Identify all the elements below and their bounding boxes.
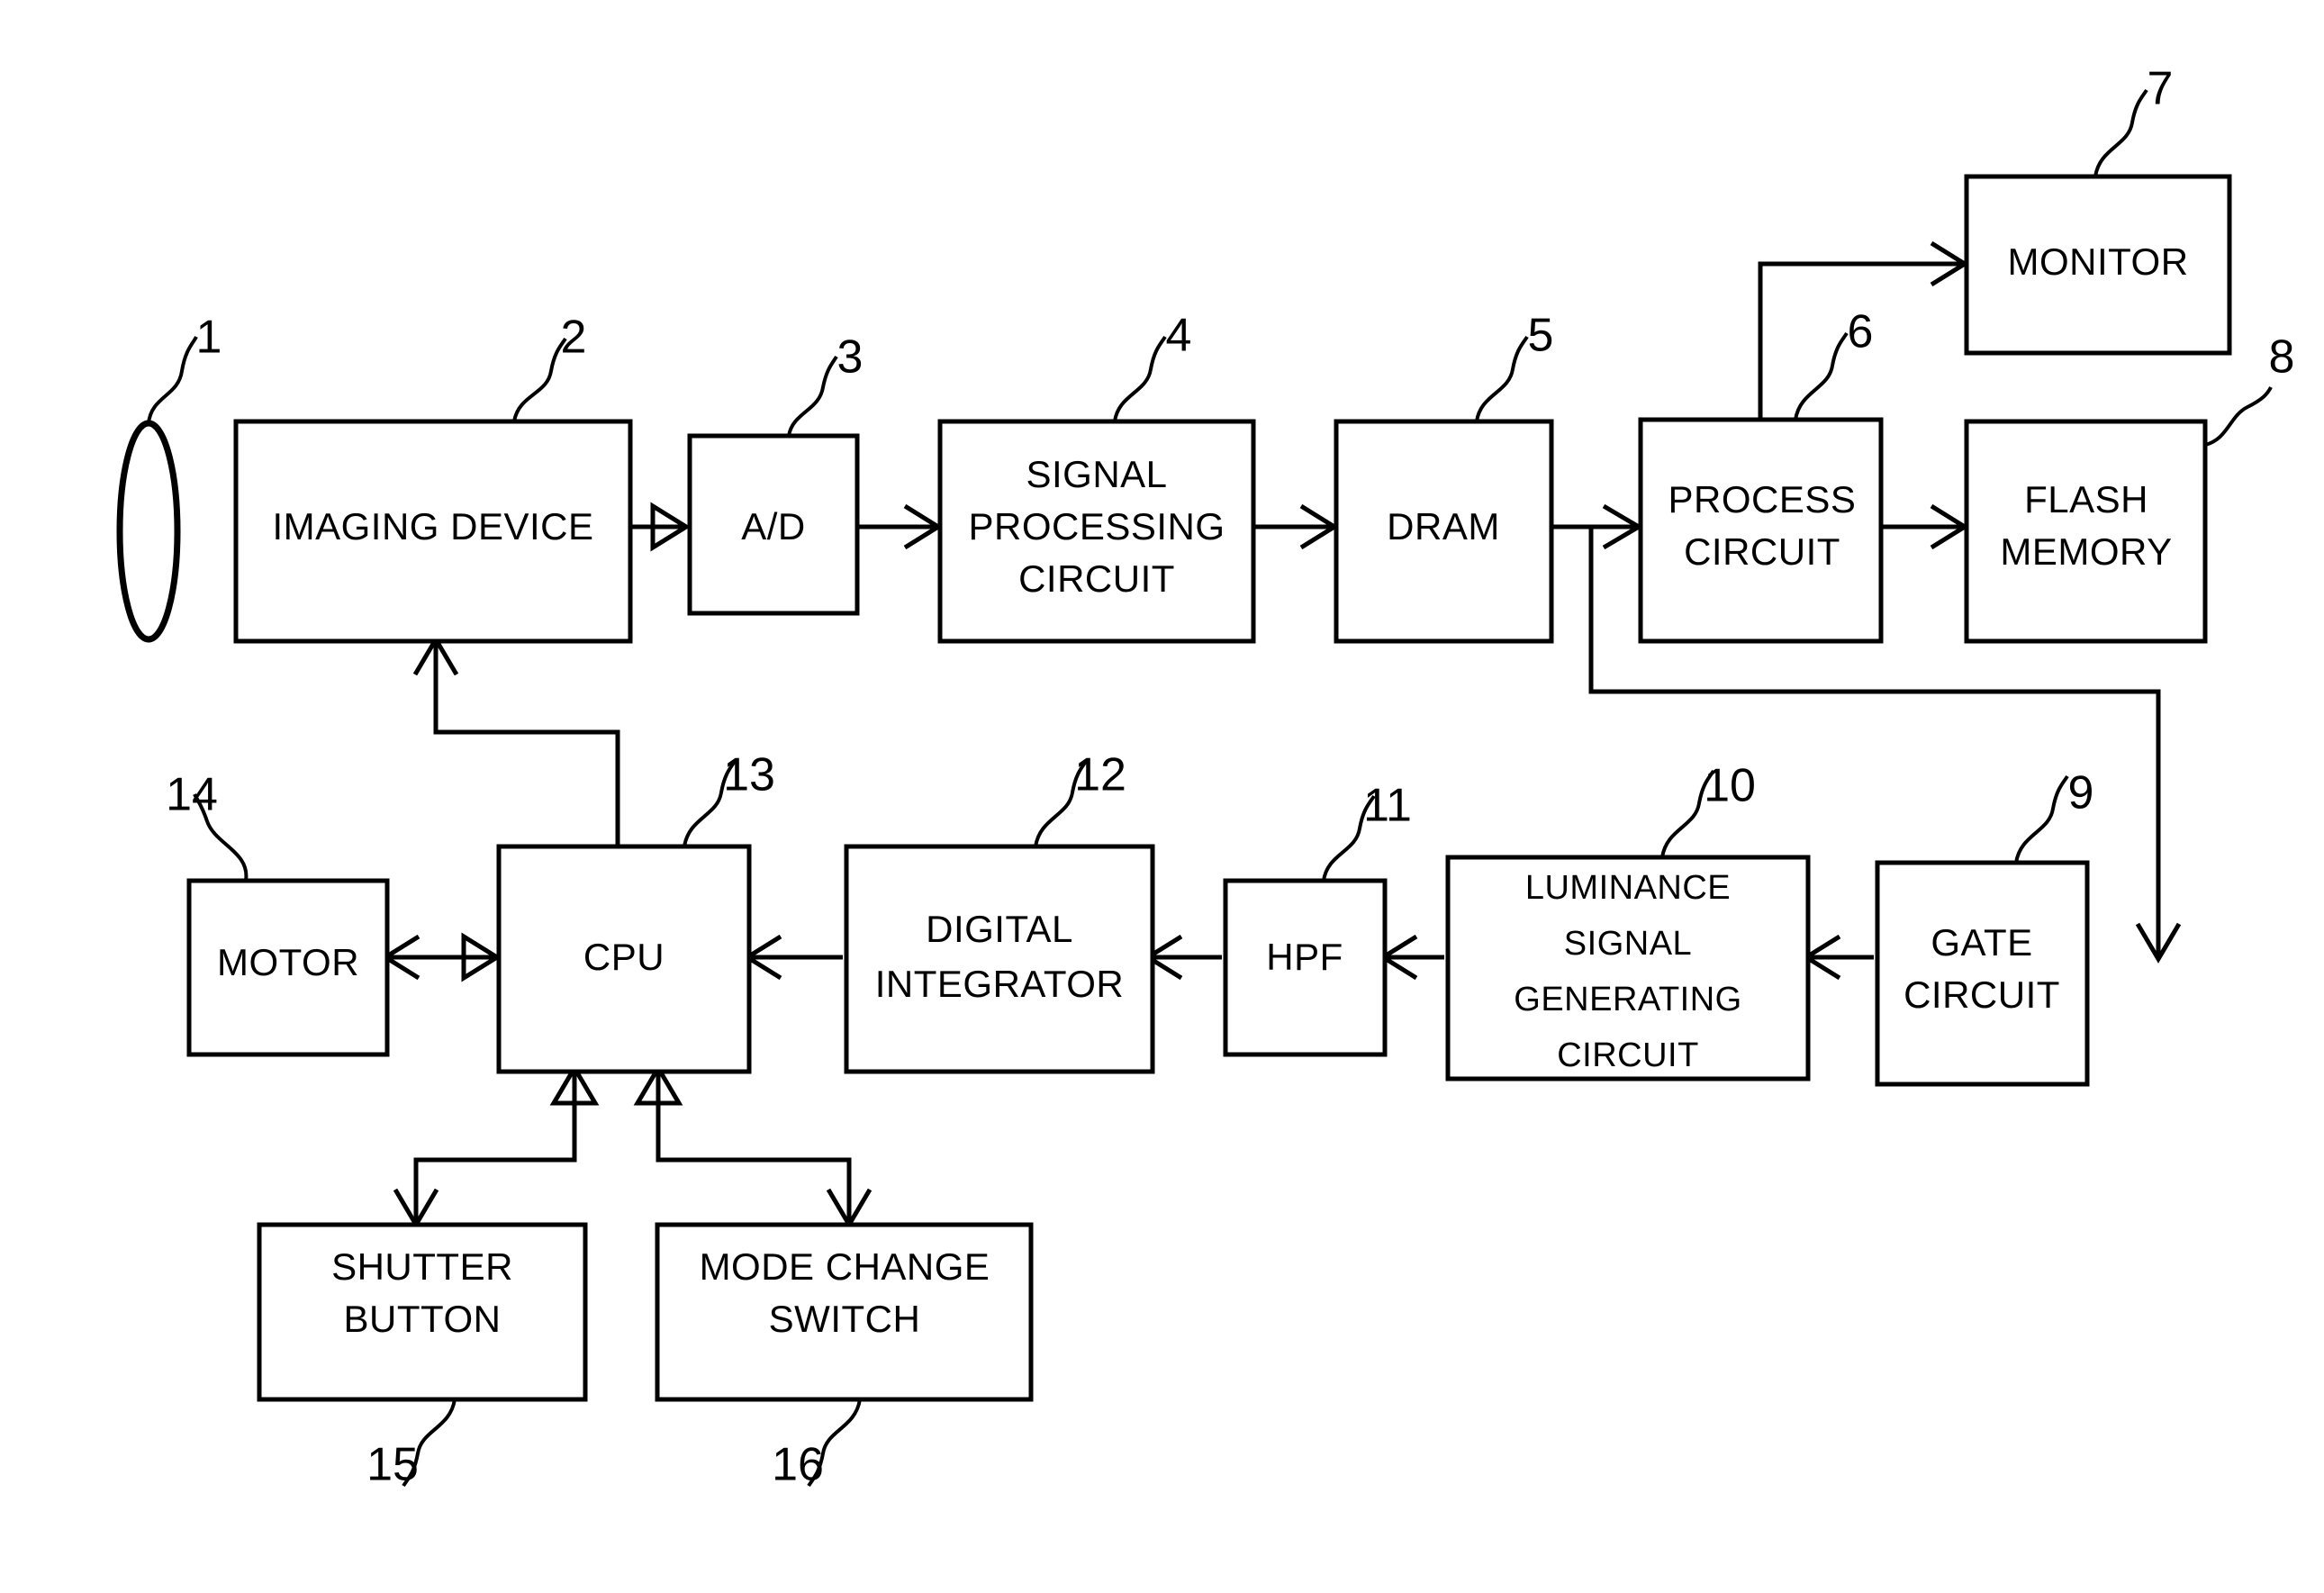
block-process-circuit[interactable]: PROCESS CIRCUIT (1638, 417, 1884, 644)
block-gate-circuit[interactable]: GATE CIRCUIT (1875, 860, 2090, 1087)
signal-processing-label-line1: SIGNAL (1026, 453, 1167, 495)
imaging-device-label: IMAGING DEVICE (272, 505, 593, 548)
ref-number-1: 1 (196, 312, 222, 364)
conn-cpu-mode (656, 1070, 852, 1223)
block-diagram-figure: 1 IMAGING DEVICE 2 A/D 3 SIGNAL PROCESSI… (0, 0, 2324, 1593)
leader-3 (787, 355, 838, 437)
block-lens[interactable] (116, 420, 181, 643)
ref-number-14: 14 (166, 769, 218, 821)
leader-9 (2014, 774, 2069, 864)
shutter-button-label-line1: SHUTTER (331, 1245, 513, 1288)
process-circuit-label-line1: PROCESS (1668, 478, 1857, 520)
lens-icon (116, 420, 181, 643)
digital-integrator-label-line1: DIGITAL (926, 908, 1073, 950)
cpu-label: CPU (583, 936, 665, 978)
conn-cpu-to-imaging (433, 641, 620, 846)
luminance-label-line1: LUMINANCE (1525, 869, 1731, 907)
ref-number-6: 6 (1848, 306, 1874, 358)
block-motor[interactable]: MOTOR (186, 878, 390, 1057)
block-imaging-device[interactable]: IMAGING DEVICE (233, 419, 633, 644)
ref-number-8: 8 (2269, 331, 2295, 384)
ref-number-2: 2 (561, 312, 587, 364)
ref-number-13: 13 (723, 749, 775, 801)
signal-processing-label-line2: PROCESSING (968, 505, 1225, 548)
block-dram[interactable]: DRAM (1334, 419, 1554, 644)
block-ad-converter[interactable]: A/D (687, 433, 860, 616)
monitor-label: MONITOR (2007, 240, 2188, 283)
flash-memory-label-line1: FLASH (2024, 478, 2148, 520)
block-monitor[interactable]: MONITOR (1964, 174, 2232, 356)
shutter-button-label-line2: BUTTON (344, 1298, 502, 1340)
block-digital-integrator[interactable]: DIGITAL INTEGRATOR (844, 844, 1155, 1074)
leader-7 (2093, 88, 2148, 177)
ref-number-11: 11 (1363, 780, 1412, 832)
digital-integrator-label-line2: INTEGRATOR (875, 963, 1124, 1005)
luminance-label-line4: CIRCUIT (1557, 1036, 1699, 1074)
flash-memory-label-line2: MEMORY (2000, 530, 2172, 573)
gate-circuit-label-line1: GATE (1931, 921, 2032, 964)
conn-cpu-shutter (413, 1070, 577, 1223)
ref-number-10: 10 (1704, 760, 1756, 812)
block-hpf[interactable]: HPF (1223, 878, 1388, 1057)
block-luminance-signal-generating-circuit[interactable]: LUMINANCE SIGNAL GENERATING CIRCUIT (1445, 855, 1811, 1082)
ref-number-4: 4 (1166, 310, 1192, 362)
block-signal-processing-circuit[interactable]: SIGNAL PROCESSING CIRCUIT (937, 419, 1256, 644)
ref-number-3: 3 (837, 331, 864, 384)
ref-number-12: 12 (1074, 749, 1126, 801)
luminance-label-line3: GENERATING (1514, 981, 1741, 1018)
digital-integrator-box (844, 844, 1155, 1074)
ref-number-7: 7 (2148, 63, 2174, 115)
ref-number-16: 16 (772, 1439, 824, 1491)
ad-converter-label: A/D (741, 505, 806, 548)
mode-change-switch-label-line2: SWITCH (769, 1298, 921, 1340)
ref-number-15: 15 (366, 1439, 419, 1491)
mode-change-switch-label-line1: MODE CHANGE (700, 1245, 990, 1288)
motor-label: MOTOR (217, 941, 359, 983)
diagram-canvas: 1 IMAGING DEVICE 2 A/D 3 SIGNAL PROCESSI… (116, 63, 2295, 1491)
leader-4 (1113, 335, 1167, 422)
ref-number-5: 5 (1528, 310, 1554, 362)
leader-5 (1475, 335, 1529, 422)
dram-label: DRAM (1387, 505, 1500, 548)
signal-processing-label-line3: CIRCUIT (1018, 557, 1175, 600)
leader-1 (147, 336, 198, 424)
leader-8 (2204, 386, 2273, 447)
leader-2 (512, 337, 567, 422)
block-flash-memory[interactable]: FLASH MEMORY (1964, 419, 2208, 644)
leader-6 (1794, 331, 1849, 421)
block-cpu[interactable]: CPU (496, 844, 752, 1074)
block-mode-change-switch[interactable]: MODE CHANGE SWITCH (655, 1222, 1034, 1402)
luminance-label-line2: SIGNAL (1564, 925, 1692, 963)
hpf-label: HPF (1266, 936, 1343, 978)
gate-circuit-label-line2: CIRCUIT (1904, 973, 2060, 1016)
ref-number-9: 9 (2068, 767, 2094, 819)
block-shutter-button[interactable]: SHUTTER BUTTON (257, 1222, 588, 1402)
process-circuit-label-line2: CIRCUIT (1684, 530, 1840, 573)
